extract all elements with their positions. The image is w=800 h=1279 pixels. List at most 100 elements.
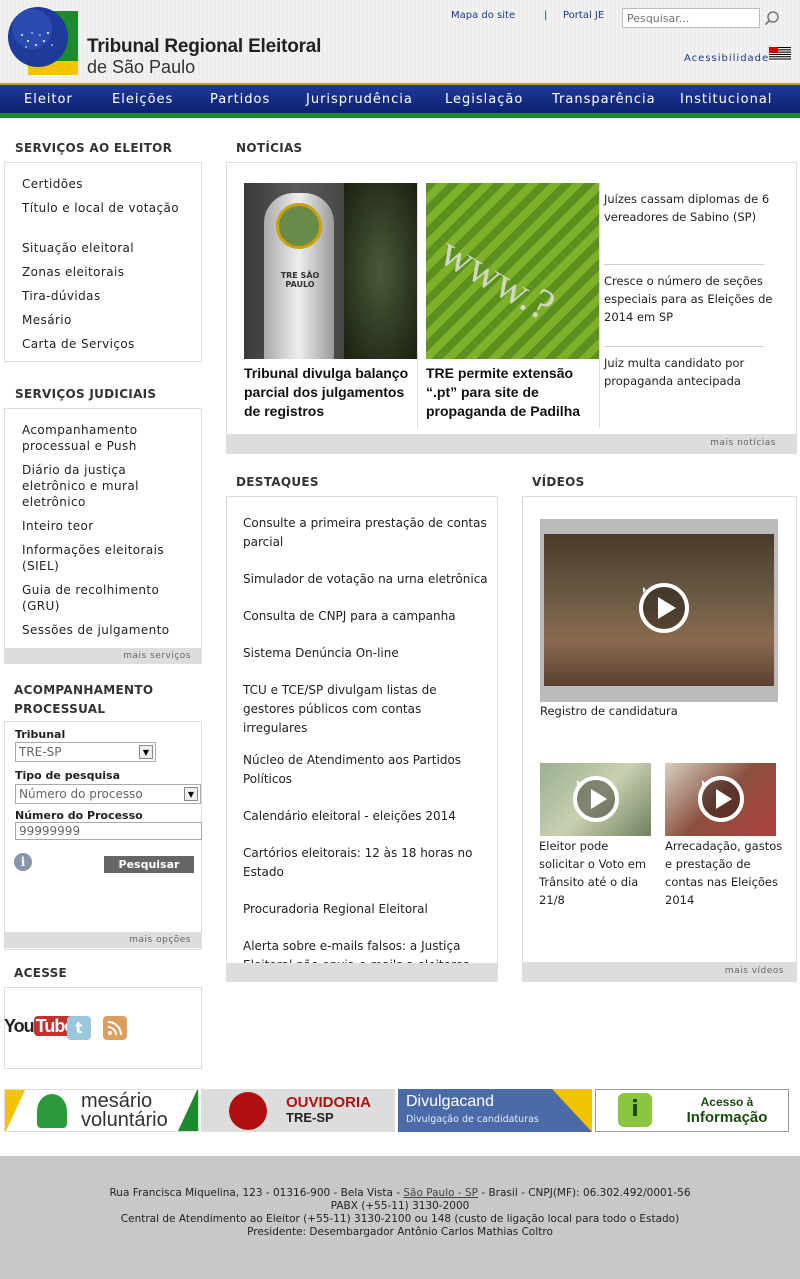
sao-paulo-link[interactable]: São Paulo - SP bbox=[403, 1187, 478, 1199]
destaque-item[interactable]: Procuradoria Regional Eleitoral bbox=[243, 900, 488, 919]
sitemap-link[interactable]: Mapa do site bbox=[451, 10, 515, 21]
servico-judicial-item[interactable]: Diário da justiça eletrônico e mural ele… bbox=[22, 462, 187, 510]
mais-opcoes-link[interactable]: mais opções bbox=[5, 932, 201, 948]
tipo-pesquisa-select[interactable]: Número do processo bbox=[15, 784, 201, 804]
chevron-down-icon[interactable]: ▼ bbox=[184, 787, 198, 801]
footer-address: Rua Francisca Miquelina, 123 - 01316-900… bbox=[109, 1187, 691, 1199]
destaque-item[interactable]: Núcleo de Atendimento aos Partidos Polít… bbox=[243, 751, 488, 789]
play-triangle bbox=[716, 789, 732, 809]
news-side-item[interactable]: Cresce o número de seções especiais para… bbox=[604, 272, 774, 326]
news-image-www[interactable]: www.? bbox=[426, 183, 599, 359]
video-player-main[interactable] bbox=[540, 519, 778, 702]
play-icon[interactable] bbox=[573, 776, 619, 822]
acesse-box: You Tube t bbox=[4, 987, 202, 1069]
news-image-tre[interactable]: TRE SÃO PAULO bbox=[244, 183, 417, 359]
footer-presidente: Presidente: Desembargador Antônio Carlos… bbox=[247, 1226, 553, 1238]
servico-judicial-item[interactable]: Acompanhamento processual e Push bbox=[22, 422, 187, 454]
destaque-item[interactable]: Calendário eleitoral - eleições 2014 bbox=[243, 807, 488, 826]
main-nav: Eleitor Eleições Partidos Jurisprudência… bbox=[0, 83, 800, 121]
nav-jurisprudencia[interactable]: Jurisprudência bbox=[306, 92, 413, 107]
servico-eleitor-item[interactable]: Certidões bbox=[22, 176, 83, 192]
link-divider: | bbox=[544, 10, 548, 21]
youtube-icon[interactable]: You Tube bbox=[4, 1016, 76, 1040]
site-subtitle[interactable]: de São Paulo bbox=[87, 57, 195, 78]
servico-eleitor-item[interactable]: Título e local de votação bbox=[22, 200, 182, 216]
nav-eleicoes[interactable]: Eleições bbox=[112, 92, 173, 107]
servico-judicial-item[interactable]: Sessões de julgamento bbox=[22, 622, 169, 638]
servico-eleitor-item[interactable]: Mesário bbox=[22, 312, 72, 328]
video-caption[interactable]: Eleitor pode solicitar o Voto em Trânsit… bbox=[539, 837, 657, 909]
acompanhamento-title: ACOMPANHAMENTO PROCESSUAL bbox=[14, 683, 154, 716]
nav-transparencia[interactable]: Transparência bbox=[552, 92, 656, 107]
nav-legislacao[interactable]: Legislação bbox=[445, 92, 523, 107]
acesso-informacao-banner[interactable]: i Acesso à Informação bbox=[595, 1089, 789, 1132]
mais-videos-link[interactable]: mais vídeos bbox=[523, 962, 796, 981]
footer-pabx: PABX (+55-11) 3130-2000 bbox=[330, 1200, 470, 1212]
play-icon[interactable] bbox=[639, 583, 689, 633]
tre-logo-icon[interactable] bbox=[8, 5, 78, 75]
video-thumb-arrecadacao[interactable] bbox=[665, 763, 776, 836]
destaque-item[interactable]: Sistema Denúncia On-line bbox=[243, 644, 488, 663]
servico-eleitor-item[interactable]: Zonas eleitorais bbox=[22, 264, 124, 280]
mesario-icon bbox=[37, 1094, 67, 1128]
destaque-item[interactable]: Simulador de votação na urna eletrônica bbox=[243, 570, 488, 589]
news-side-item[interactable]: Juiz multa candidato por propaganda ante… bbox=[604, 354, 774, 390]
numero-processo-input[interactable]: 99999999 bbox=[15, 822, 202, 840]
destaque-item[interactable]: Cartórios eleitorais: 12 às 18 horas no … bbox=[243, 844, 488, 882]
servicos-eleitor-box: Certidões Título e local de votação Situ… bbox=[4, 162, 202, 362]
tribunal-select[interactable]: TRE-SP bbox=[15, 742, 156, 762]
servicos-eleitor-title: SERVIÇOS AO ELEITOR bbox=[15, 141, 173, 155]
news-caption[interactable]: Tribunal divulga balanço parcial dos jul… bbox=[244, 364, 414, 421]
play-triangle bbox=[658, 597, 676, 619]
info-icon[interactable]: i bbox=[14, 853, 32, 871]
footer-central: Central de Atendimento ao Eleitor (+55-1… bbox=[120, 1213, 680, 1225]
news-side-item[interactable]: Juízes cassam diplomas de 6 vereadores d… bbox=[604, 190, 774, 226]
rss-icon[interactable] bbox=[103, 1016, 127, 1040]
ouvidoria-icon bbox=[229, 1092, 267, 1130]
pesquisar-button[interactable]: Pesquisar bbox=[104, 856, 194, 873]
search-input[interactable] bbox=[622, 8, 760, 28]
site-header: Tribunal Regional Eleitoral de São Paulo… bbox=[0, 0, 800, 84]
mais-servicos-link[interactable]: mais serviços bbox=[5, 648, 201, 664]
destaque-item[interactable]: TCU e TCE/SP divulgam listas de gestores… bbox=[243, 681, 463, 738]
chevron-down-icon[interactable]: ▼ bbox=[139, 745, 153, 759]
numero-processo-label: Número do Processo bbox=[15, 809, 143, 822]
servico-eleitor-item[interactable]: Carta de Serviços bbox=[22, 336, 135, 352]
servico-judicial-item[interactable]: Informações eleitorais (SIEL) bbox=[22, 542, 187, 574]
servico-judicial-item[interactable]: Guia de recolhimento (GRU) bbox=[22, 582, 187, 614]
video-caption[interactable]: Registro de candidatura bbox=[540, 704, 678, 718]
servicos-judiciais-title: SERVIÇOS JUDICIAIS bbox=[15, 387, 157, 401]
acesse-title: ACESSE bbox=[14, 966, 68, 980]
videos-title: VÍDEOS bbox=[532, 475, 585, 489]
news-caption[interactable]: TRE permite extensão “.pt” para site de … bbox=[426, 364, 596, 421]
site-footer: Rua Francisca Miquelina, 123 - 01316-900… bbox=[0, 1156, 800, 1279]
tipo-pesquisa-label: Tipo de pesquisa bbox=[15, 769, 121, 782]
destaques-footer bbox=[227, 963, 497, 981]
nav-partidos[interactable]: Partidos bbox=[210, 92, 270, 107]
search-icon[interactable] bbox=[764, 10, 780, 26]
video-caption[interactable]: Arrecadação, gastos e prestação de conta… bbox=[665, 837, 783, 909]
accessibility-link[interactable]: Acessibilidade bbox=[684, 53, 769, 64]
servico-judicial-item[interactable]: Inteiro teor bbox=[22, 518, 94, 534]
nav-eleitor[interactable]: Eleitor bbox=[24, 92, 73, 107]
mais-noticias-link[interactable]: mais notícias bbox=[227, 434, 796, 453]
video-thumb-voto-transito[interactable] bbox=[540, 763, 651, 836]
sao-paulo-flag-icon[interactable] bbox=[769, 47, 791, 61]
coat-of-arms-icon bbox=[276, 203, 322, 249]
site-title[interactable]: Tribunal Regional Eleitoral bbox=[87, 36, 321, 58]
portal-je-link[interactable]: Portal JE bbox=[563, 10, 604, 21]
twitter-icon[interactable]: t bbox=[67, 1016, 91, 1040]
destaques-box: Consulte a primeira prestação de contas … bbox=[226, 496, 498, 982]
servico-eleitor-item[interactable]: Situação eleitoral bbox=[22, 240, 134, 256]
servicos-judiciais-box: Acompanhamento processual e Push Diário … bbox=[4, 408, 202, 664]
ouvidoria-banner[interactable]: OUVIDORIA TRE-SP bbox=[201, 1089, 395, 1132]
mesario-voluntario-banner[interactable]: mesário voluntário bbox=[4, 1089, 199, 1132]
tribunal-label: Tribunal bbox=[15, 728, 66, 741]
nav-institucional[interactable]: Institucional bbox=[680, 92, 772, 107]
divulgacand-banner[interactable]: Divulgacand Divulgação de candidaturas bbox=[398, 1089, 592, 1132]
destaque-item[interactable]: Consulte a primeira prestação de contas … bbox=[243, 514, 488, 552]
play-icon[interactable] bbox=[698, 776, 744, 822]
servico-eleitor-item[interactable]: Tira-dúvidas bbox=[22, 288, 101, 304]
destaque-item[interactable]: Consulta de CNPJ para a campanha bbox=[243, 607, 488, 626]
play-triangle bbox=[591, 789, 607, 809]
